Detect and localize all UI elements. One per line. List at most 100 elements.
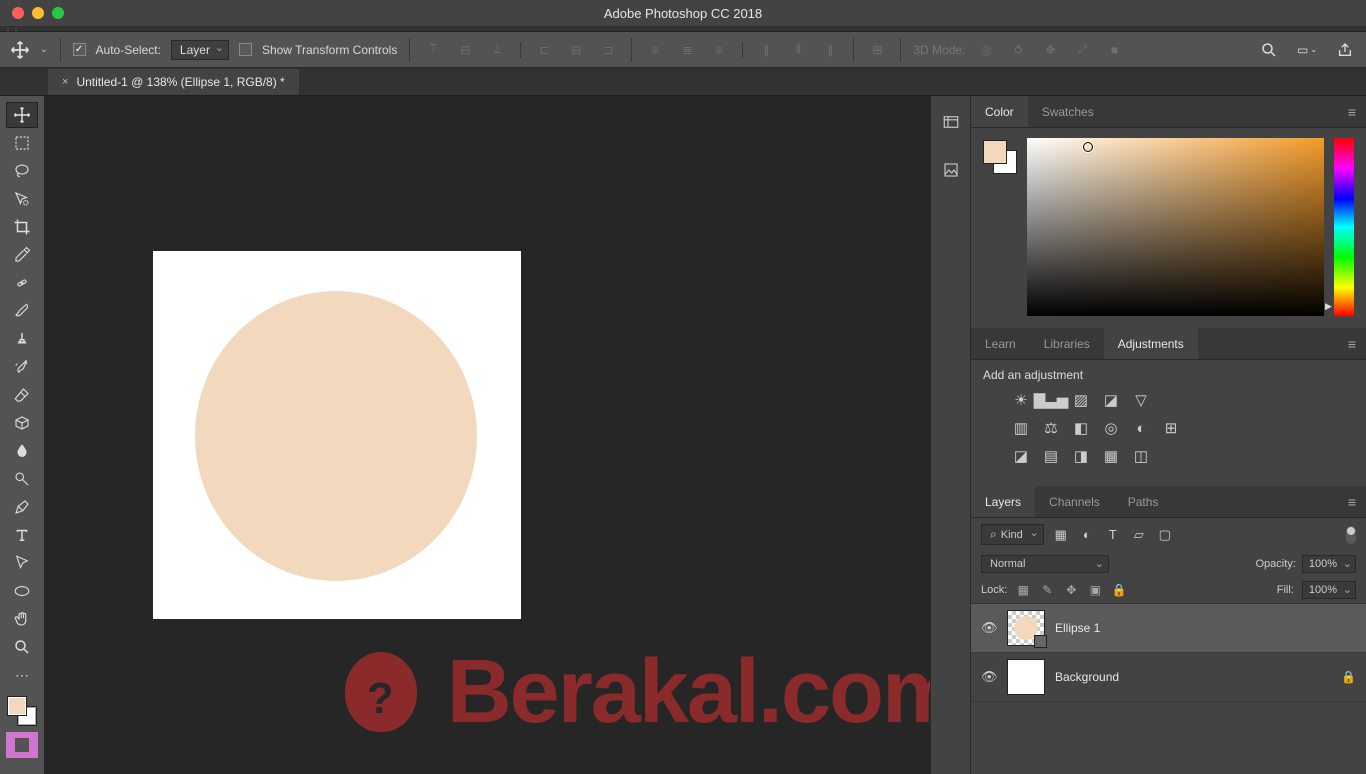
layer-name[interactable]: Ellipse 1 xyxy=(1055,621,1100,635)
tab-layers[interactable]: Layers xyxy=(971,486,1035,517)
ellipse-shape[interactable] xyxy=(195,291,477,581)
panel-color-swatches[interactable] xyxy=(983,140,1017,174)
distribute-right-button[interactable]: ∥ xyxy=(819,39,841,61)
arrange-documents-dropdown[interactable]: ▭⌄ xyxy=(1296,39,1318,61)
invert-icon[interactable]: ◪ xyxy=(1011,446,1031,466)
tab-paths[interactable]: Paths xyxy=(1114,486,1173,517)
filter-pixel-icon[interactable]: ▦ xyxy=(1052,526,1070,544)
opacity-value-dropdown[interactable]: 100% xyxy=(1302,555,1356,573)
blur-tool[interactable] xyxy=(6,438,38,464)
layer-filter-kind-dropdown[interactable]: Kind xyxy=(981,524,1044,545)
fill-value-dropdown[interactable]: 100% xyxy=(1302,581,1356,599)
distribute-vcenter-button[interactable]: ≣ xyxy=(676,39,698,61)
align-left-button[interactable]: ⊏ xyxy=(533,39,555,61)
minimize-window-button[interactable] xyxy=(32,7,44,19)
bw-icon[interactable]: ◧ xyxy=(1071,418,1091,438)
lock-pixels-icon[interactable]: ✎ xyxy=(1039,582,1055,598)
gradient-tool[interactable] xyxy=(6,410,38,436)
share-icon[interactable] xyxy=(1334,39,1356,61)
eraser-tool[interactable] xyxy=(6,382,38,408)
color-panel-menu[interactable]: ≡ xyxy=(1338,96,1366,127)
filter-adjustment-icon[interactable]: ◐ xyxy=(1078,526,1096,544)
photo-filter-icon[interactable]: ◎ xyxy=(1101,418,1121,438)
eyedropper-tool[interactable] xyxy=(6,242,38,268)
tab-learn[interactable]: Learn xyxy=(971,328,1030,359)
levels-icon[interactable]: ▇▃▅ xyxy=(1041,390,1061,410)
tab-libraries[interactable]: Libraries xyxy=(1030,328,1104,359)
document-canvas[interactable] xyxy=(153,251,521,619)
crop-tool[interactable] xyxy=(6,214,38,240)
layer-row[interactable]: 👁 Background 🔒 xyxy=(971,653,1366,702)
visibility-toggle[interactable]: 👁 xyxy=(981,620,997,636)
history-panel-icon[interactable] xyxy=(941,112,961,132)
canvas-area[interactable]: ? Berakal.com xyxy=(44,96,930,774)
layer-thumbnail[interactable] xyxy=(1007,659,1045,695)
gradient-map-icon[interactable]: ▦ xyxy=(1101,446,1121,466)
color-lookup-icon[interactable]: ⊞ xyxy=(1161,418,1181,438)
panel-fg-swatch[interactable] xyxy=(983,140,1007,164)
blend-mode-dropdown[interactable]: Normal xyxy=(981,555,1109,573)
hue-sat-icon[interactable]: ▥ xyxy=(1011,418,1031,438)
lock-all-icon[interactable]: 🔒 xyxy=(1111,582,1127,598)
align-bottom-button[interactable]: ⟘ xyxy=(486,39,508,61)
close-window-button[interactable] xyxy=(12,7,24,19)
foreground-color-swatch[interactable] xyxy=(7,696,27,716)
marquee-tool[interactable] xyxy=(6,130,38,156)
close-tab-icon[interactable]: × xyxy=(62,76,68,88)
color-balance-icon[interactable]: ⚖ xyxy=(1041,418,1061,438)
vibrance-icon[interactable]: ▽ xyxy=(1131,390,1151,410)
document-tab[interactable]: × Untitled-1 @ 138% (Ellipse 1, RGB/8) * xyxy=(48,69,299,95)
align-right-button[interactable]: ⊐ xyxy=(597,39,619,61)
channel-mixer-icon[interactable]: ◐ xyxy=(1131,418,1151,438)
lasso-tool[interactable] xyxy=(6,158,38,184)
curves-icon[interactable]: ▨ xyxy=(1071,390,1091,410)
color-swatches[interactable] xyxy=(7,696,37,726)
distribute-left-button[interactable]: ∥ xyxy=(755,39,777,61)
auto-select-checkbox[interactable] xyxy=(73,43,86,56)
align-top-button[interactable]: ⟙ xyxy=(422,39,444,61)
sv-cursor[interactable] xyxy=(1083,142,1093,152)
visibility-toggle[interactable]: 👁 xyxy=(981,669,997,685)
brightness-contrast-icon[interactable]: ☀ xyxy=(1011,390,1031,410)
tool-preset-dropdown[interactable]: ⌄ xyxy=(40,44,48,55)
lock-transparency-icon[interactable]: ▦ xyxy=(1015,582,1031,598)
layer-thumbnail[interactable] xyxy=(1007,610,1045,646)
align-hcenter-button[interactable]: ⊟ xyxy=(565,39,587,61)
lock-artboard-icon[interactable]: ▣ xyxy=(1087,582,1103,598)
align-vcenter-button[interactable]: ⊟ xyxy=(454,39,476,61)
tab-adjustments[interactable]: Adjustments xyxy=(1104,328,1198,359)
dodge-tool[interactable] xyxy=(6,466,38,492)
zoom-tool[interactable] xyxy=(6,634,38,660)
posterize-icon[interactable]: ▤ xyxy=(1041,446,1061,466)
tab-channels[interactable]: Channels xyxy=(1035,486,1114,517)
edit-toolbar-button[interactable]: ⋯ xyxy=(6,662,38,688)
adjustments-panel-menu[interactable]: ≡ xyxy=(1338,328,1366,359)
maximize-window-button[interactable] xyxy=(52,7,64,19)
layer-filter-toggle[interactable] xyxy=(1346,526,1356,544)
clone-stamp-tool[interactable] xyxy=(6,326,38,352)
move-tool[interactable] xyxy=(6,102,38,128)
layers-panel-menu[interactable]: ≡ xyxy=(1338,486,1366,517)
history-brush-tool[interactable] xyxy=(6,354,38,380)
ellipse-shape-tool[interactable] xyxy=(6,578,38,604)
threshold-icon[interactable]: ◨ xyxy=(1071,446,1091,466)
saturation-value-field[interactable] xyxy=(1027,138,1324,316)
type-tool[interactable] xyxy=(6,522,38,548)
distribute-top-button[interactable]: ≡ xyxy=(644,39,666,61)
hue-strip[interactable] xyxy=(1334,138,1354,316)
show-transform-checkbox[interactable] xyxy=(239,43,252,56)
brush-tool[interactable] xyxy=(6,298,38,324)
auto-select-dropdown[interactable]: Layer xyxy=(171,40,229,60)
quick-selection-tool[interactable] xyxy=(6,186,38,212)
filter-shape-icon[interactable]: ▱ xyxy=(1130,526,1148,544)
path-selection-tool[interactable] xyxy=(6,550,38,576)
quick-mask-button[interactable] xyxy=(6,732,38,758)
filter-smart-icon[interactable]: ▢ xyxy=(1156,526,1174,544)
hand-tool[interactable] xyxy=(6,606,38,632)
selective-color-icon[interactable]: ◫ xyxy=(1131,446,1151,466)
filter-type-icon[interactable]: T xyxy=(1104,526,1122,544)
lock-position-icon[interactable]: ✥ xyxy=(1063,582,1079,598)
properties-panel-icon[interactable] xyxy=(941,160,961,180)
distribute-bottom-button[interactable]: ≡ xyxy=(708,39,730,61)
tab-swatches[interactable]: Swatches xyxy=(1028,96,1108,127)
